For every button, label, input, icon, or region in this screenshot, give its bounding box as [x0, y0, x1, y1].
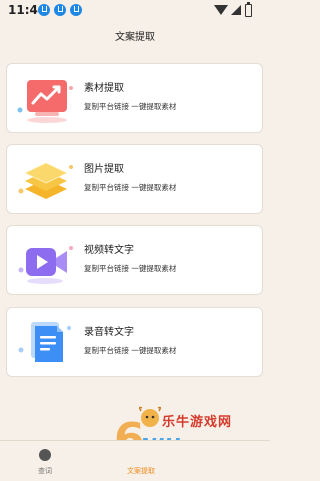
tab-search-word[interactable]: 查词	[0, 441, 90, 481]
signal-icon	[231, 5, 241, 15]
card-title: 素材提取	[84, 83, 124, 94]
card-audio-to-text[interactable]: 录音转文字 复制平台链接 一键提取素材	[6, 307, 263, 377]
tab-copy-extract[interactable]: 文案提取	[96, 441, 186, 481]
document-icon	[18, 322, 71, 362]
card-subtitle: 复制平台链接 一键提取素材	[84, 346, 177, 355]
tab-label: 文案提取	[127, 467, 155, 475]
download-icon	[70, 4, 82, 16]
search-icon	[39, 449, 51, 461]
video-icon	[18, 246, 73, 284]
card-video-to-text[interactable]: 视频转文字 复制平台链接 一键提取素材	[6, 225, 263, 295]
page-title: 文案提取	[115, 32, 155, 43]
card-title: 图片提取	[84, 164, 124, 175]
battery-icon	[245, 2, 252, 17]
card-title: 视频转文字	[84, 245, 134, 256]
card-image-extract[interactable]: 图片提取 复制平台链接 一键提取素材	[6, 144, 263, 214]
layers-icon	[18, 162, 73, 199]
card-subtitle: 复制平台链接 一键提取素材	[84, 102, 177, 111]
download-icon	[38, 4, 50, 16]
bottom-tab-bar: 查词 文案提取	[0, 440, 270, 481]
card-subtitle: 复制平台链接 一键提取素材	[84, 183, 177, 192]
card-subtitle: 复制平台链接 一键提取素材	[84, 264, 177, 273]
tab-label: 查词	[38, 467, 52, 475]
card-material-extract[interactable]: 素材提取 复制平台链接 一键提取素材	[6, 63, 263, 133]
wifi-icon	[214, 5, 228, 15]
card-title: 录音转文字	[84, 327, 134, 338]
download-icon	[54, 4, 66, 16]
chart-icon	[17, 80, 73, 123]
status-bar: 11:44	[0, 0, 270, 22]
watermark-text: 乐牛游戏网	[162, 415, 233, 430]
